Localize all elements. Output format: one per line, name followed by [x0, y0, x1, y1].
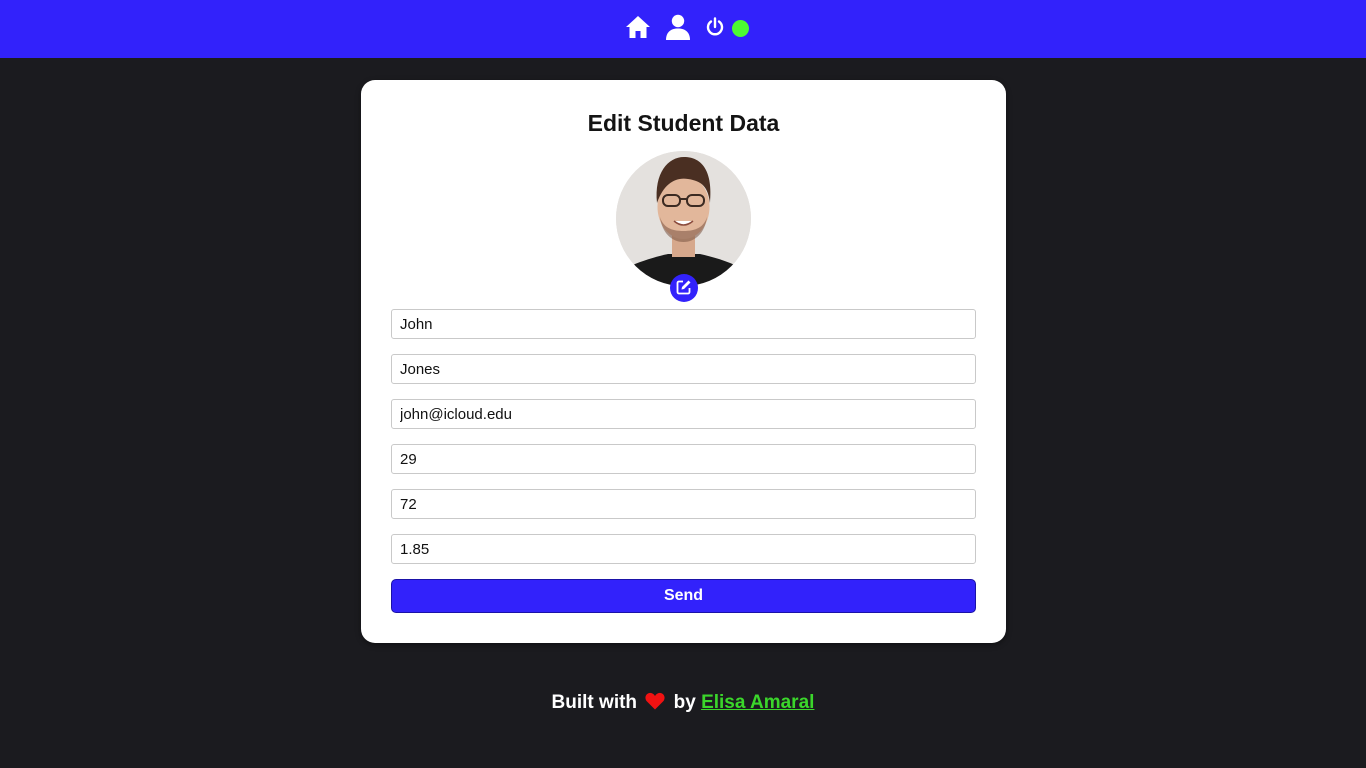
avatar [616, 151, 751, 286]
online-status-indicator [732, 20, 749, 37]
email-field[interactable] [391, 399, 976, 429]
nav-icons [625, 14, 749, 40]
top-nav-bar [0, 0, 1366, 58]
last-name-field[interactable] [391, 354, 976, 384]
first-name-field[interactable] [391, 309, 976, 339]
edit-student-card: Edit Student Data Send [361, 80, 1006, 643]
heart-icon [645, 692, 665, 716]
user-icon[interactable] [665, 14, 691, 40]
footer-by: by [673, 692, 696, 713]
page-title: Edit Student Data [587, 110, 780, 136]
edit-photo-button[interactable] [670, 274, 698, 302]
age-field[interactable] [391, 444, 976, 474]
footer-prefix: Built with [551, 692, 638, 713]
edit-icon [676, 279, 692, 298]
home-icon[interactable] [625, 14, 651, 40]
height-field[interactable] [391, 534, 976, 564]
weight-field[interactable] [391, 489, 976, 519]
power-icon[interactable] [705, 17, 725, 37]
author-link[interactable]: Elisa Amaral [701, 692, 814, 713]
footer: Built with by Elisa Amaral [0, 692, 1366, 716]
send-button[interactable]: Send [391, 579, 976, 613]
